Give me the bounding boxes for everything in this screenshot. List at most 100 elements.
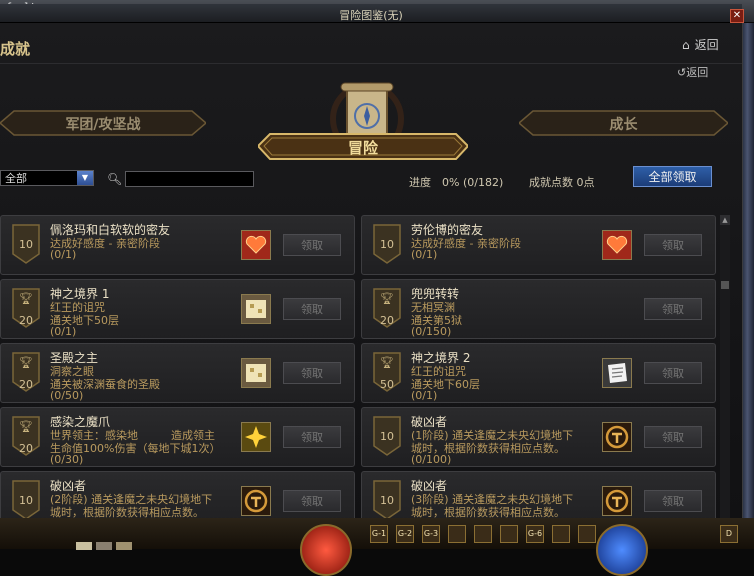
reward-map-icon[interactable] — [241, 358, 271, 388]
claim-button[interactable]: 领取 — [644, 426, 702, 448]
reward-star-icon[interactable] — [241, 422, 271, 452]
achievement-line-3: (0/1) — [50, 248, 77, 261]
achievement-card: 10 破凶者 (1阶段) 通关逢魔之未央幻境地下 城时，根据阶数获得相应点数。 (0/1… — [361, 407, 716, 467]
points-value: 10 — [380, 238, 394, 251]
achievement-card: 10 劳伦博的密友 达成好感度 - 亲密阶段 (0/1) 领取 — [361, 215, 716, 275]
mp-orb — [596, 524, 648, 576]
tab-adventure-label: 冒险 — [347, 139, 378, 157]
points-badge-icon: 🏆︎ 50 — [372, 352, 402, 392]
achievement-line-4: (0/50) — [50, 389, 84, 402]
window-titlebar: 冒险图鉴(无) ✕ — [0, 4, 744, 23]
reward-emblem-icon[interactable] — [241, 486, 271, 516]
achievement-card: 🏆︎ 20 圣殿之主 洞察之眼 通关被深渊蚕食的圣殿 (0/50) 领取 — [0, 343, 355, 403]
background-strip — [743, 23, 754, 518]
points-text: 成就点数 0点 — [529, 176, 595, 189]
scrollbar[interactable]: ▲ ▼ — [720, 215, 730, 536]
search-icon: 🔍︎ — [107, 172, 123, 186]
achievement-card: 🏆︎ 20 感染之魔爪 世界领主：感染地 造成领主 生命值100%伤害（每地下城1次）(… — [0, 407, 355, 467]
category-select[interactable]: 全部 ▼ — [0, 170, 94, 186]
trophy-icon: 🏆︎ — [380, 292, 394, 305]
points-value: 20 — [19, 314, 33, 327]
points-value: 50 — [380, 378, 394, 391]
points-badge-icon: 10 — [11, 224, 41, 264]
points-badge-icon: 10 — [11, 480, 41, 520]
achievement-line-4: (0/150) — [411, 325, 452, 338]
tab-growth[interactable]: 成长 — [519, 110, 728, 136]
claim-button[interactable]: 领取 — [283, 234, 341, 256]
achievement-line-3: (0/1) — [411, 248, 438, 261]
points-badge-icon: 🏆︎ 20 — [11, 352, 41, 392]
progress-text: 进度 0% (0/182) — [409, 176, 504, 189]
achievement-line-4: (0/100) — [411, 453, 452, 466]
claim-button[interactable]: 领取 — [283, 490, 341, 512]
hud-skill-slot[interactable] — [500, 525, 518, 543]
claim-button[interactable]: 领取 — [644, 362, 702, 384]
close-button[interactable]: ✕ — [730, 9, 744, 23]
achievement-card: 🏆︎ 20 兜兜转转 无相冥渊 通关第5狱 (0/150) 领取 — [361, 279, 716, 339]
hud-skill-slot[interactable]: G-1 — [370, 525, 388, 543]
bottom-hud: G-1 G-2 G-3 G-6 D — [0, 518, 754, 576]
points-value: 20 — [19, 378, 33, 391]
reward-emblem-icon[interactable] — [602, 422, 632, 452]
reward-heart-icon[interactable] — [602, 230, 632, 260]
reward-map-icon[interactable] — [241, 294, 271, 324]
back-label: 返回 — [694, 38, 719, 52]
achievement-panel: 成就 ⌂ 返回 ↺返回 军团/攻坚战 成长 冒险 全部 ▼ 🔍︎ 进度 0% (… — [0, 23, 743, 536]
points-value: 20 — [380, 314, 394, 327]
points-value: 10 — [380, 494, 394, 507]
achievement-line-4: (0/30) — [50, 453, 84, 466]
points-value: 20 — [19, 442, 33, 455]
reward-heart-icon[interactable] — [241, 230, 271, 260]
hud-skill-slot[interactable]: G-3 — [422, 525, 440, 543]
achievement-card: 🏆︎ 20 神之境界 1 红王的诅咒 通关地下50层 (0/1) 领取 — [0, 279, 355, 339]
tab-legion[interactable]: 军团/攻坚战 — [0, 110, 206, 136]
reward-scroll-icon[interactable] — [602, 358, 632, 388]
achievement-card: 🏆︎ 50 神之境界 2 红王的诅咒 通关地下60层 (0/1) 领取 — [361, 343, 716, 403]
back-arrow-icon: ↺ — [677, 66, 687, 79]
points-badge-icon: 10 — [372, 416, 402, 456]
scroll-up-icon[interactable]: ▲ — [720, 215, 730, 225]
hud-skill-slot[interactable] — [552, 525, 570, 543]
trophy-icon: 🏆︎ — [19, 292, 33, 305]
section-title: 成就 — [0, 40, 31, 58]
trophy-icon: 🏆︎ — [19, 356, 33, 369]
points-value: 10 — [19, 494, 33, 507]
claim-button[interactable]: 领取 — [644, 490, 702, 512]
claim-button[interactable]: 领取 — [283, 426, 341, 448]
claim-button[interactable]: 领取 — [644, 234, 702, 256]
trophy-icon: 🏆︎ — [19, 420, 33, 433]
hud-skill-slot[interactable] — [578, 525, 596, 543]
hud-skill-slot[interactable] — [474, 525, 492, 543]
tab-growth-label: 成长 — [609, 117, 638, 133]
tab-legion-label: 军团/攻坚战 — [65, 117, 141, 133]
points-badge-icon: 🏆︎ 20 — [11, 416, 41, 456]
chevron-down-icon[interactable]: ▼ — [77, 171, 93, 185]
home-back-button[interactable]: ⌂ 返回 — [682, 36, 719, 53]
reward-emblem-icon[interactable] — [602, 486, 632, 516]
hud-skill-slot[interactable]: G-6 — [526, 525, 544, 543]
hud-skill-slot[interactable]: G-2 — [396, 525, 414, 543]
scroll-thumb[interactable] — [721, 281, 729, 289]
points-value: 10 — [19, 238, 33, 251]
hud-skill-slot[interactable]: D — [720, 525, 738, 543]
hp-orb — [300, 524, 352, 576]
search-input[interactable] — [125, 171, 254, 187]
claim-button[interactable]: 领取 — [644, 298, 702, 320]
category-select-value: 全部 — [5, 172, 27, 185]
points-badge-icon: 🏆︎ 20 — [372, 288, 402, 328]
achievement-card: 10 佩洛玛和白软软的密友 达成好感度 - 亲密阶段 (0/1) 领取 — [0, 215, 355, 275]
claim-button[interactable]: 领取 — [283, 362, 341, 384]
points-badge-icon: 10 — [372, 224, 402, 264]
claim-all-button[interactable]: 全部领取 — [633, 166, 712, 187]
home-icon: ⌂ — [682, 38, 690, 52]
sub-back-label: 返回 — [686, 66, 709, 79]
points-value: 10 — [380, 430, 394, 443]
window-title: 冒险图鉴(无) — [339, 9, 403, 22]
trophy-icon: 🏆︎ — [380, 356, 394, 369]
hud-skill-slot[interactable] — [448, 525, 466, 543]
sub-back-button[interactable]: ↺返回 — [677, 64, 708, 80]
points-badge-icon: 🏆︎ 20 — [11, 288, 41, 328]
achievement-line-4: (0/1) — [50, 325, 77, 338]
claim-button[interactable]: 领取 — [283, 298, 341, 320]
tab-adventure[interactable]: 冒险 — [258, 132, 468, 161]
